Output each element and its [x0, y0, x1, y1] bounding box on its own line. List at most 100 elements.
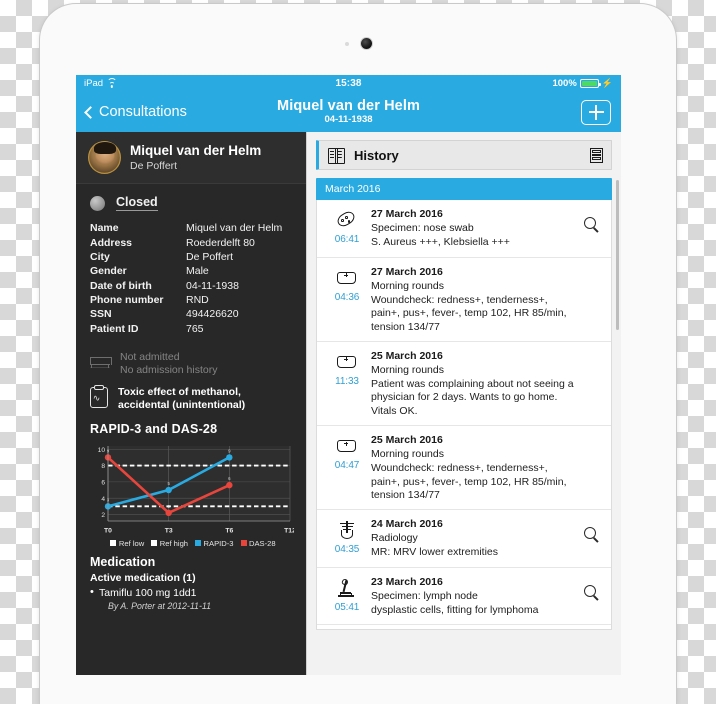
history-panel: History March 2016 06:41 27 March 2016 S…: [306, 132, 621, 675]
chart-legend: Ref low Ref high RAPID-3 DAS-28: [90, 539, 296, 548]
svg-text:T3: T3: [165, 527, 173, 534]
entry-search-button[interactable]: [579, 575, 601, 597]
list-item[interactable]: 05:41 23 March 2016 Specimen: lymph node…: [317, 568, 611, 626]
svg-text:T0: T0: [104, 527, 112, 534]
swab-icon: [335, 209, 358, 230]
status-bar: iPad 15:38 100% ⚡: [76, 75, 621, 92]
info-value: De Poffert: [186, 250, 234, 263]
entry-description: Woundcheck: redness+, tenderness+, pain+…: [371, 462, 567, 501]
entry-type: Specimen: lymph node: [371, 589, 478, 602]
table-row: Name Miquel van der Helm: [90, 221, 282, 235]
status-badge-icon: [90, 195, 105, 211]
battery-icon: [579, 79, 601, 88]
avatar: [88, 141, 121, 174]
entry-date: 25 March 2016: [371, 433, 443, 446]
archive-drawer-icon[interactable]: [590, 147, 603, 163]
info-value: RND: [186, 294, 209, 307]
info-value: 494426620: [186, 308, 239, 321]
list-item[interactable]: 04:36 27 March 2016 Morning rounds Wound…: [317, 258, 611, 342]
main-content: Miquel van der Helm De Poffert Closed Na…: [76, 132, 621, 675]
history-header[interactable]: History: [316, 140, 612, 170]
entry-search-button[interactable]: [579, 207, 601, 229]
history-title: History: [354, 147, 399, 163]
info-key: Address: [90, 236, 133, 249]
list-item-left: 11:33: [323, 349, 371, 387]
status-row[interactable]: Closed: [76, 184, 306, 218]
diagnosis-block[interactable]: ∿ Toxic effect of methanol, accidental (…: [76, 377, 306, 412]
month-section-header: March 2016: [316, 178, 612, 200]
entry-date: 25 March 2016: [371, 349, 443, 362]
add-button[interactable]: [581, 99, 611, 125]
svg-text:6: 6: [101, 479, 105, 486]
list-item[interactable]: 11:33 25 March 2016 Morning rounds Patie…: [317, 342, 611, 426]
legend-label: DAS-28: [249, 538, 276, 548]
info-key: Phone number: [90, 294, 164, 307]
book-icon: [328, 148, 345, 164]
table-row: Address Roederdelft 80: [90, 235, 282, 249]
medication-item[interactable]: Tamiflu 100 mg 1dd1: [90, 586, 296, 600]
entry-type: Radiology: [371, 532, 418, 545]
info-key: Date of birth: [90, 279, 152, 292]
history-list[interactable]: 06:41 27 March 2016 Specimen: nose swab …: [316, 200, 612, 630]
entry-date: 24 March 2016: [371, 517, 443, 530]
device-camera-row: [40, 38, 676, 49]
legend-item: DAS-28: [240, 538, 276, 548]
table-row: SSN 494426620: [90, 307, 282, 321]
patient-header[interactable]: Miquel van der Helm De Poffert: [76, 132, 306, 184]
chart-svg: 246810T0T3T6T12359926: [98, 445, 294, 534]
list-item-body: 23 March 2016 Specimen: lymph node dyspl…: [371, 575, 579, 618]
list-item[interactable]: 06:41 27 March 2016 Specimen: nose swab …: [317, 200, 611, 258]
rounds-icon: [336, 268, 358, 288]
search-icon: [584, 526, 596, 539]
entry-time: 11:33: [335, 375, 359, 387]
chevron-left-icon: [84, 105, 97, 119]
list-item[interactable]: 04:47 25 March 2016 Morning rounds Wound…: [317, 426, 611, 510]
rapid3-das28-chart[interactable]: 246810T0T3T6T12359926: [90, 440, 294, 536]
legend-item: Ref low: [110, 539, 144, 548]
ipad-device-frame: iPad 15:38 100% ⚡ Consultations Miquel v…: [40, 4, 676, 704]
entry-description: Woundcheck: redness+, tenderness+, pain+…: [371, 294, 567, 333]
back-button[interactable]: Consultations: [84, 104, 187, 120]
front-camera-icon: [360, 38, 372, 49]
back-button-label: Consultations: [99, 104, 187, 120]
info-key: Patient ID: [90, 322, 139, 335]
search-icon: [584, 584, 596, 597]
patient-name-block: Miquel van der Helm De Poffert: [130, 143, 261, 172]
entry-time: 04:35: [334, 543, 360, 555]
table-row: Date of birth 04-11-1938: [90, 279, 282, 293]
patient-name: Miquel van der Helm: [130, 142, 262, 158]
svg-text:10: 10: [98, 446, 106, 453]
list-item-body: 25 March 2016 Morning rounds Patient was…: [371, 349, 579, 418]
list-item-left: 05:41: [323, 575, 371, 613]
scrollbar-track[interactable]: [616, 180, 619, 580]
admission-block: Not admitted No admission history: [76, 336, 306, 377]
svg-text:8: 8: [101, 463, 105, 470]
info-value: Male: [186, 265, 209, 278]
entry-time: 04:36: [334, 291, 360, 303]
info-key: Gender: [90, 265, 127, 278]
entry-search-button[interactable]: [579, 517, 601, 539]
list-item[interactable]: 03:42 23 March 2016 Morning rounds Pain-…: [317, 625, 611, 629]
list-item-body: 24 March 2016 Radiology MR: MRV lower ex…: [371, 517, 579, 560]
list-item-left: 06:41: [323, 207, 371, 245]
list-item[interactable]: 04:35 24 March 2016 Radiology MR: MRV lo…: [317, 510, 611, 568]
medication-section: Medication Active medication (1) Tamiflu…: [76, 548, 306, 613]
status-bar-clock: 15:38: [335, 78, 362, 89]
list-item-body: 27 March 2016 Morning rounds Woundcheck:…: [371, 265, 579, 334]
info-value: Miquel van der Helm: [186, 222, 283, 235]
ambient-sensor-icon: [344, 41, 349, 46]
table-row: Gender Male: [90, 264, 282, 278]
svg-text:T6: T6: [225, 527, 233, 534]
scrollbar-thumb[interactable]: [616, 180, 619, 330]
legend-label: Ref low: [118, 538, 145, 548]
info-key: SSN: [90, 308, 112, 321]
chart-section: RAPID-3 and DAS-28 246810T0T3T6T12359926…: [76, 413, 306, 548]
search-icon: [584, 217, 596, 229]
admission-subtitle: No admission history: [120, 364, 218, 377]
radiology-icon: [336, 520, 358, 540]
entry-search-placeholder: [579, 265, 601, 275]
entry-time: 04:47: [334, 459, 360, 471]
table-row: City De Poffert: [90, 250, 282, 264]
entry-time: 06:41: [334, 234, 360, 245]
entry-date: 27 March 2016: [371, 208, 443, 220]
